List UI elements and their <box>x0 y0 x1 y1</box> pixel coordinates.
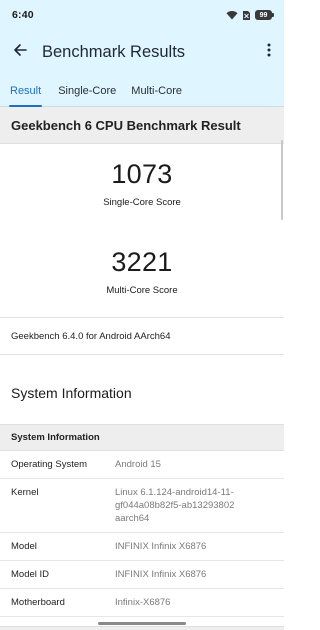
tab-multi-core-label: Multi-Core <box>131 84 183 97</box>
row-value: Infinix-X6876 <box>115 597 171 608</box>
battery-icon: 99 <box>255 10 274 20</box>
row-key: Model ID <box>11 569 50 580</box>
arrow-left-icon <box>12 42 28 63</box>
tab-result-label: Result <box>10 84 42 97</box>
row-key: Motherboard <box>11 597 65 608</box>
result-content[interactable]: Geekbench 6 CPU Benchmark Result 1073 Si… <box>0 107 284 630</box>
single-core-score-block: 1073 Single-Core Score <box>0 144 284 237</box>
gesture-nav-bar[interactable] <box>98 622 186 625</box>
row-value: INFINIX Infinix X6876 <box>115 541 207 552</box>
status-icons: 99 <box>226 10 274 21</box>
tab-result[interactable]: Result <box>9 74 43 107</box>
tab-single-core-label: Single-Core <box>58 84 117 97</box>
next-section-header <box>0 626 284 630</box>
no-sim-icon <box>242 10 251 21</box>
page-title: Benchmark Results <box>42 42 186 61</box>
system-information-title: System Information <box>11 385 132 401</box>
table-row: Model INFINIX Infinix X6876 <box>0 533 284 561</box>
multi-core-score-label: Multi-Core Score <box>106 285 178 296</box>
row-value: INFINIX Infinix X6876 <box>115 569 207 580</box>
single-core-score-label: Single-Core Score <box>103 197 181 208</box>
table-row: Kernel Linux 6.1.124-android14-11-gf044a… <box>0 479 284 533</box>
row-key: Kernel <box>11 487 39 498</box>
back-button[interactable] <box>0 30 40 74</box>
single-core-score: 1073 <box>111 159 173 189</box>
more-vertical-icon <box>267 43 271 62</box>
multi-core-score: 3221 <box>111 247 173 277</box>
table-row: Model ID INFINIX Infinix X6876 <box>0 561 284 589</box>
tab-multi-core[interactable]: Multi-Core <box>131 74 182 107</box>
status-bar: 6:40 99 <box>0 0 284 30</box>
row-value: Android 15 <box>115 459 161 470</box>
result-card-header: Geekbench 6 CPU Benchmark Result <box>0 107 284 144</box>
wifi-icon <box>226 10 238 20</box>
row-key: Operating System <box>11 459 88 470</box>
more-options-button[interactable] <box>254 30 284 74</box>
tab-bar: Result Single-Core Multi-Core <box>0 74 284 107</box>
row-value: Linux 6.1.124-android14-11-gf044a08b82f5… <box>115 487 235 524</box>
row-key: Model <box>11 541 37 552</box>
battery-level: 99 <box>259 11 268 19</box>
app-bar: Benchmark Results <box>0 30 284 74</box>
table-row: Motherboard Infinix-X6876 <box>0 589 284 617</box>
geekbench-version: Geekbench 6.4.0 for Android AArch64 <box>0 317 284 355</box>
tab-single-core[interactable]: Single-Core <box>58 74 116 107</box>
status-time: 6:40 <box>12 9 34 21</box>
table-row: Operating System Android 15 <box>0 451 284 479</box>
system-information-table-header: System Information <box>0 424 284 451</box>
scrollbar[interactable] <box>281 140 283 220</box>
benchmark-results-screen: 6:40 99 Benchmark Results Result Single-… <box>0 0 284 630</box>
multi-core-score-block: 3221 Multi-Core Score <box>0 237 284 317</box>
